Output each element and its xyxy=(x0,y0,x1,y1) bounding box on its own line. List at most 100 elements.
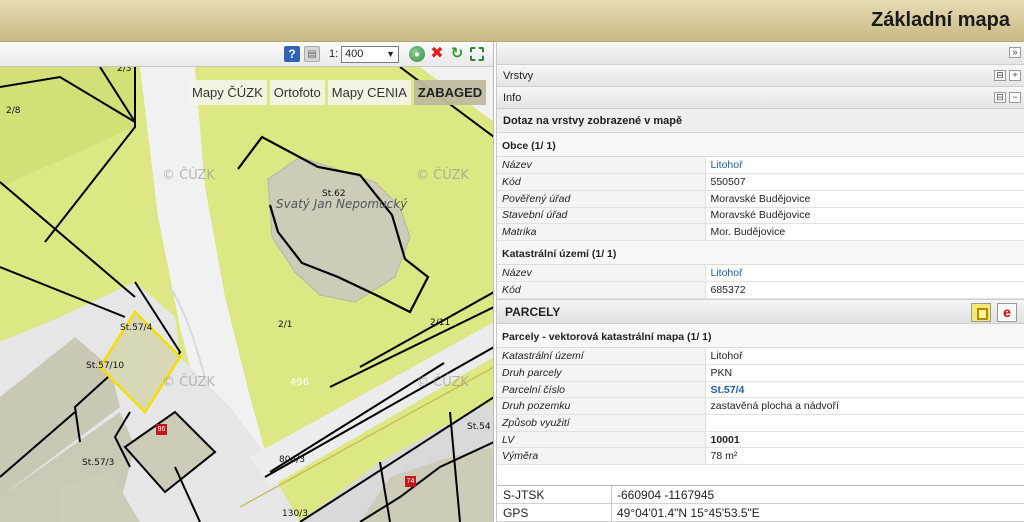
row-key: Název xyxy=(497,264,706,283)
coord-system: S-JTSK xyxy=(503,488,545,502)
page-title: Základní mapa xyxy=(871,9,1010,31)
table-row: Kód 685372 xyxy=(497,281,1024,299)
row-value: 550507 xyxy=(705,173,1024,191)
layer-mapy-cuzk[interactable]: Mapy ČÚZK xyxy=(188,80,267,105)
collapse-icon[interactable]: − xyxy=(1009,92,1021,103)
cadastre-info-icon[interactable]: e xyxy=(997,302,1017,322)
row-key: Matrika xyxy=(497,223,706,241)
table-row: Kód 550507 xyxy=(497,173,1024,191)
ku-table: Název Litohoř Kód 685372 xyxy=(497,264,1024,299)
pin-icon[interactable]: ⊟ xyxy=(994,92,1006,103)
table-row: Matrika Mor. Budějovice xyxy=(497,223,1024,241)
coord-system: GPS xyxy=(503,506,529,520)
row-value: zastavěná plocha a nádvoří xyxy=(705,397,1024,416)
layer-zabaged[interactable]: ZABAGED xyxy=(413,80,487,105)
scale-select[interactable]: 400 ▼ xyxy=(341,46,399,63)
help-icon[interactable]: ? xyxy=(284,46,300,62)
row-key: Způsob využití xyxy=(497,414,706,432)
table-row: Druh pozemku zastavěná plocha a nádvoří xyxy=(497,397,1024,416)
row-key: Druh parcely xyxy=(497,364,706,382)
parcel-number-link[interactable]: St.57/4 xyxy=(711,384,745,396)
vrstvy-label: Vrstvy xyxy=(503,70,534,82)
table-row: Způsob využití xyxy=(497,414,1024,432)
row-value: PKN xyxy=(705,364,1024,382)
map-toolbar: ? ▤ 1: 400 ▼ ● ✖ ↻ xyxy=(0,42,493,67)
layer-mapy-cenia[interactable]: Mapy CENIA xyxy=(327,80,411,105)
parcel-label: 2/1 xyxy=(278,320,293,330)
row-value: 10001 xyxy=(705,431,1024,449)
layer-ortofoto[interactable]: Ortofoto xyxy=(269,80,325,105)
refresh-icon[interactable]: ↻ xyxy=(449,46,465,62)
row-value: Litohoř xyxy=(705,347,1024,365)
vrstvy-bar[interactable]: Vrstvy ⊟ + xyxy=(497,65,1024,87)
parcel-label: 2/8 xyxy=(6,106,21,116)
parcely-title: Parcely - vektorová katastrální mapa (1/… xyxy=(497,323,1024,348)
watermark-text: © ČÚZK xyxy=(416,375,469,390)
table-row: Výměra 78 m² xyxy=(497,447,1024,466)
scale-prefix: 1: xyxy=(329,48,339,60)
expand-icon[interactable]: + xyxy=(1009,70,1021,81)
info-panel: » Vrstvy ⊟ + Info ⊟ − Dotaz na vrstvy zo… xyxy=(496,42,1024,522)
table-row: Katastrální území Litohoř xyxy=(497,347,1024,365)
row-key: Druh pozemku xyxy=(497,397,706,416)
row-key: Pověřený úřad xyxy=(497,190,706,208)
parcely-bar: PARCELY e xyxy=(497,298,1024,324)
parcel-label: 804/3 xyxy=(279,455,305,465)
globe-icon[interactable]: ● xyxy=(409,46,425,62)
parcel-label: St.57/10 xyxy=(86,361,125,371)
scale-value: 400 xyxy=(345,48,364,60)
highlight-parcel-icon[interactable] xyxy=(971,302,991,322)
table-row: Název Litohoř xyxy=(497,264,1024,283)
printer-icon[interactable]: ▤ xyxy=(304,46,320,62)
coordinates-box: S-JTSK -660904 -1167945 GPS 49°04'01.4"N… xyxy=(497,485,1024,522)
pin-icon[interactable]: ⊟ xyxy=(994,70,1006,81)
table-row: Parcelní číslo St.57/4 xyxy=(497,381,1024,399)
row-key: Kód xyxy=(497,173,706,191)
table-row: Stavební úřad Moravské Budějovice xyxy=(497,207,1024,225)
app-header: Základní mapa xyxy=(0,0,1024,42)
parcel-label: St.54 xyxy=(467,422,491,432)
coord-value: 49°04'01.4"N 15°45'53.5"E xyxy=(617,506,760,520)
obce-title: Obce (1/ 1) xyxy=(497,133,1024,157)
parcel-label: 2/11 xyxy=(430,318,451,328)
parcely-label: PARCELY xyxy=(505,304,561,319)
parcely-table: Katastrální území Litohoř Druh parcely PKN… xyxy=(497,347,1024,466)
map-canvas[interactable] xyxy=(0,67,494,522)
close-icon[interactable]: ✖ xyxy=(429,46,445,62)
row-value: 78 m² xyxy=(705,447,1024,466)
double-chevron-right-icon[interactable]: » xyxy=(1009,47,1021,58)
watermark-text: © ČÚZK xyxy=(416,168,469,183)
info-bar[interactable]: Info ⊟ − xyxy=(497,87,1024,109)
row-key: Název xyxy=(497,157,706,175)
ku-title: Katastrální území (1/ 1) xyxy=(497,240,1024,265)
row-value: Moravské Budějovice xyxy=(705,190,1024,208)
church-name: Svatý Jan Nepomucký xyxy=(276,197,408,211)
parcel-label: St.57/4 xyxy=(120,323,153,333)
obec-link[interactable]: Litohoř xyxy=(711,159,743,171)
row-key: Stavební úřad xyxy=(497,207,706,225)
parcel-label: 130/3 xyxy=(282,509,308,519)
table-row: LV 10001 xyxy=(497,431,1024,449)
fullscreen-icon[interactable] xyxy=(470,47,484,61)
row-value: Moravské Budějovice xyxy=(705,207,1024,225)
table-row: Druh parcely PKN xyxy=(497,364,1024,382)
watermark-text: © ČÚZK xyxy=(162,168,215,183)
address-number: 496 xyxy=(290,377,310,388)
map-view[interactable]: ? ▤ 1: 400 ▼ ● ✖ ↻ Mapy ČÚZK Ortofoto Ma… xyxy=(0,42,494,522)
watermark-text: © ČÚZK xyxy=(162,375,215,390)
coord-row: GPS 49°04'01.4"N 15°45'53.5"E xyxy=(497,504,1024,522)
ku-link[interactable]: Litohoř xyxy=(711,267,743,279)
row-key: Kód xyxy=(497,281,706,299)
chevron-down-icon: ▼ xyxy=(386,49,395,59)
row-value: 685372 xyxy=(705,281,1024,299)
parcel-label: St.57/3 xyxy=(82,458,115,468)
row-value: Mor. Budějovice xyxy=(705,223,1024,241)
obce-table: Název Litohoř Kód 550507 Pověřený úřad Mora… xyxy=(497,157,1024,241)
panel-collapse-bar: » xyxy=(497,42,1024,65)
row-key: Katastrální území xyxy=(497,347,706,365)
row-key: LV xyxy=(497,431,706,449)
row-key: Výměra xyxy=(497,447,706,466)
table-row: Název Litohoř xyxy=(497,157,1024,175)
table-row: Pověřený úřad Moravské Budějovice xyxy=(497,190,1024,208)
query-title: Dotaz na vrstvy zobrazené v mapě xyxy=(497,109,1024,133)
